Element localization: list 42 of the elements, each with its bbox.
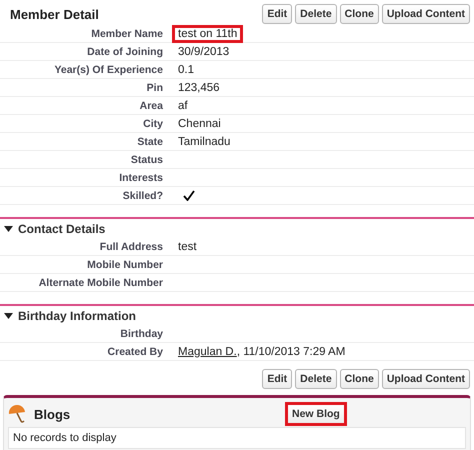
field-label: Skilled? [122, 190, 164, 202]
field-value: test [178, 240, 197, 252]
section-header[interactable]: Contact Details [0, 219, 474, 238]
field-label: Interests [118, 172, 164, 184]
action-button[interactable]: Clone [340, 369, 379, 389]
field-value: 123,456 [178, 82, 220, 94]
field-value: 0.1 [178, 64, 194, 76]
action-button[interactable]: Upload Content [382, 4, 470, 24]
page-title: Member Detail [10, 6, 99, 22]
action-button[interactable]: Edit [262, 369, 292, 389]
field-value: Chennai [178, 118, 221, 130]
section-header[interactable]: Birthday Information [0, 306, 474, 325]
field-label: Pin [146, 82, 164, 94]
field-label: Alternate Mobile Number [38, 276, 164, 288]
field-label: State [136, 136, 164, 148]
field-label: Date of Joining [86, 46, 164, 58]
action-button[interactable]: Edit [262, 4, 292, 24]
field-label: Member Name [90, 28, 164, 40]
collapse-triangle-icon[interactable] [4, 224, 13, 232]
empty-message: No records to display [13, 432, 116, 444]
field-value: Magulan D., 11/10/2013 7:29 AM [178, 346, 346, 358]
field-label: Year(s) Of Experience [53, 64, 164, 76]
field-label: Full Address [98, 240, 164, 252]
field-label: Birthday [119, 328, 164, 340]
umbrella-icon [8, 405, 28, 423]
action-button[interactable]: Clone [340, 4, 379, 24]
new-blog-button[interactable]: New Blog [285, 402, 347, 426]
field-value: Tamilnadu [178, 136, 230, 148]
field-value: test on 11th [172, 24, 244, 42]
field-value: af [178, 100, 188, 112]
field-label: Mobile Number [86, 258, 164, 270]
action-button[interactable]: Upload Content [382, 369, 470, 389]
collapse-triangle-icon[interactable] [4, 312, 13, 320]
field-label: Status [130, 154, 164, 166]
related-list-title: Blogs [34, 406, 72, 422]
user-link[interactable]: Magulan D. [178, 346, 237, 358]
field-value: 30/9/2013 [178, 46, 230, 58]
field-label: Created By [106, 346, 164, 358]
field-label: City [142, 118, 164, 130]
action-button[interactable]: Delete [295, 369, 337, 389]
action-button[interactable]: Delete [295, 4, 337, 24]
field-label: Area [138, 100, 164, 112]
